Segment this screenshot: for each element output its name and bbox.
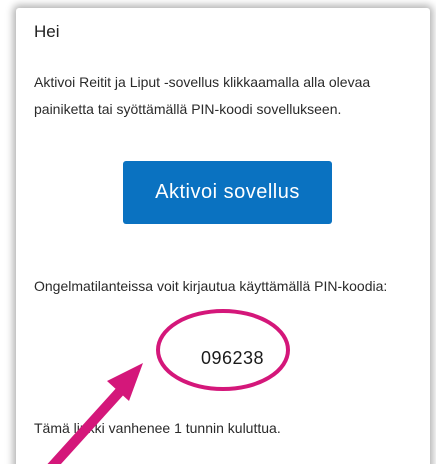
activate-app-button[interactable]: Aktivoi sovellus <box>123 161 332 224</box>
greeting: Hei <box>34 22 60 41</box>
screenshot-frame: Hei Aktivoi Reitit ja Liput -sovellus kl… <box>0 0 436 464</box>
intro-text: Aktivoi Reitit ja Liput -sovellus klikka… <box>34 74 371 117</box>
fallback-text: Ongelmatilanteissa voit kirjautua käyttä… <box>34 278 388 294</box>
email-card: Hei Aktivoi Reitit ja Liput -sovellus kl… <box>16 8 430 464</box>
expiry-text: Tämä linkki vanhenee 1 tunnin kuluttua. <box>34 420 281 436</box>
pin-code: 096238 <box>201 348 265 368</box>
